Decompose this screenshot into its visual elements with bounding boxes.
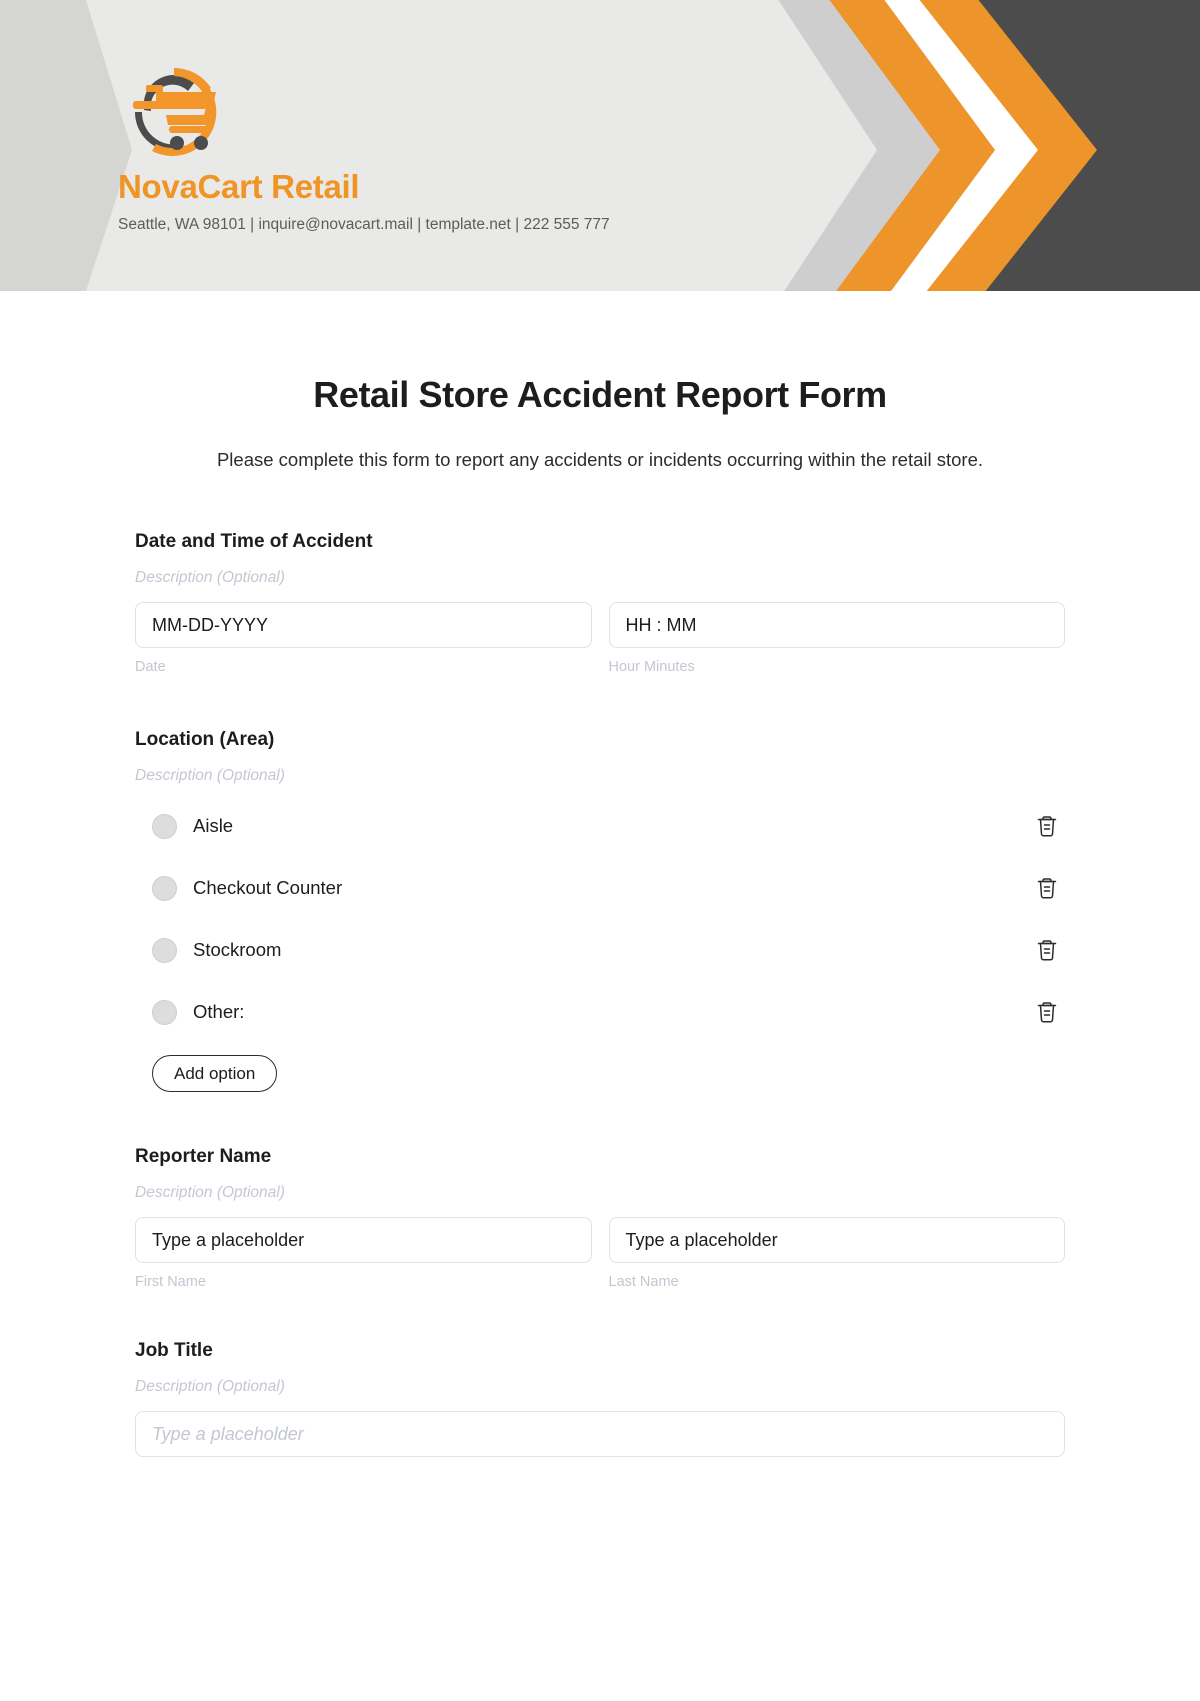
- field-reporter-name: Reporter Name Description (Optional) Typ…: [135, 1146, 1065, 1290]
- field-description: Description (Optional): [135, 1184, 285, 1202]
- date-sub-label: Date: [135, 659, 166, 676]
- time-input[interactable]: HH : MM: [608, 602, 1065, 649]
- option-label: Aisle: [193, 815, 234, 837]
- trash-icon[interactable]: [1034, 937, 1060, 963]
- field-location-area: Location (Area) Description (Optional) A…: [135, 729, 1065, 1093]
- radio-button-aisle[interactable]: [152, 813, 177, 839]
- field-label: Reporter Name: [135, 1146, 272, 1168]
- trash-icon[interactable]: [1034, 999, 1060, 1025]
- field-description: Description (Optional): [135, 1378, 285, 1396]
- trash-icon[interactable]: [1034, 875, 1060, 901]
- brand-contact-line: Seattle, WA 98101 | inquire@novacart.mai…: [118, 216, 610, 233]
- brand-name: NovaCart Retail: [118, 168, 360, 205]
- option-label: Other:: [193, 1001, 245, 1023]
- field-label: Location (Area): [135, 729, 275, 751]
- location-options-list: Aisle Checkout Counter Stockroom Other:: [135, 805, 1065, 1033]
- time-column: HH : MM Hour Minutes: [608, 602, 1065, 676]
- option-row[interactable]: Checkout Counter: [135, 867, 1065, 909]
- job-title-column: Type a placeholder: [135, 1411, 1065, 1458]
- field-description: Description (Optional): [135, 569, 285, 587]
- time-sub-label: Hour Minutes: [608, 659, 695, 676]
- page-header: NovaCart Retail Seattle, WA 98101 | inqu…: [0, 0, 1200, 291]
- option-label: Stockroom: [193, 939, 282, 961]
- radio-button-checkout-counter[interactable]: [152, 875, 177, 901]
- first-name-input[interactable]: Type a placeholder: [135, 1217, 592, 1264]
- field-label: Job Title: [135, 1340, 213, 1362]
- field-job-title: Job Title Description (Optional) Type a …: [135, 1340, 1065, 1458]
- first-name-column: Type a placeholder First Name: [135, 1217, 592, 1290]
- option-row[interactable]: Aisle: [135, 805, 1065, 847]
- last-name-column: Type a placeholder Last Name: [608, 1217, 1065, 1291]
- input-row: Type a placeholder: [135, 1411, 1065, 1458]
- field-description: Description (Optional): [135, 767, 285, 785]
- trash-icon[interactable]: [1034, 813, 1060, 839]
- date-input[interactable]: MM-DD-YYYY: [135, 602, 592, 649]
- page-subtitle: Please complete this form to report any …: [216, 449, 984, 470]
- brand-block: NovaCart Retail Seattle, WA 98101 | inqu…: [118, 52, 610, 234]
- job-title-input[interactable]: Type a placeholder: [135, 1411, 1065, 1458]
- add-option-button[interactable]: Add option: [152, 1055, 278, 1093]
- page-title: Retail Store Accident Report Form: [313, 374, 887, 415]
- option-row[interactable]: Other:: [135, 991, 1065, 1033]
- first-name-sub-label: First Name: [135, 1274, 206, 1291]
- form-document: Retail Store Accident Report Form Please…: [0, 374, 1200, 1458]
- option-label: Checkout Counter: [193, 877, 343, 899]
- option-row[interactable]: Stockroom: [135, 929, 1065, 971]
- radio-button-other[interactable]: [152, 999, 177, 1025]
- field-label: Date and Time of Accident: [135, 531, 373, 553]
- radio-button-stockroom[interactable]: [152, 937, 177, 963]
- last-name-input[interactable]: Type a placeholder: [608, 1217, 1065, 1264]
- input-row: Type a placeholder First Name Type a pla…: [135, 1217, 1065, 1290]
- last-name-sub-label: Last Name: [608, 1274, 679, 1291]
- date-column: MM-DD-YYYY Date: [135, 602, 592, 675]
- shopping-cart-icon: [133, 67, 217, 156]
- field-date-and-time: Date and Time of Accident Description (O…: [135, 531, 1065, 675]
- input-row: MM-DD-YYYY Date HH : MM Hour Minutes: [135, 602, 1065, 675]
